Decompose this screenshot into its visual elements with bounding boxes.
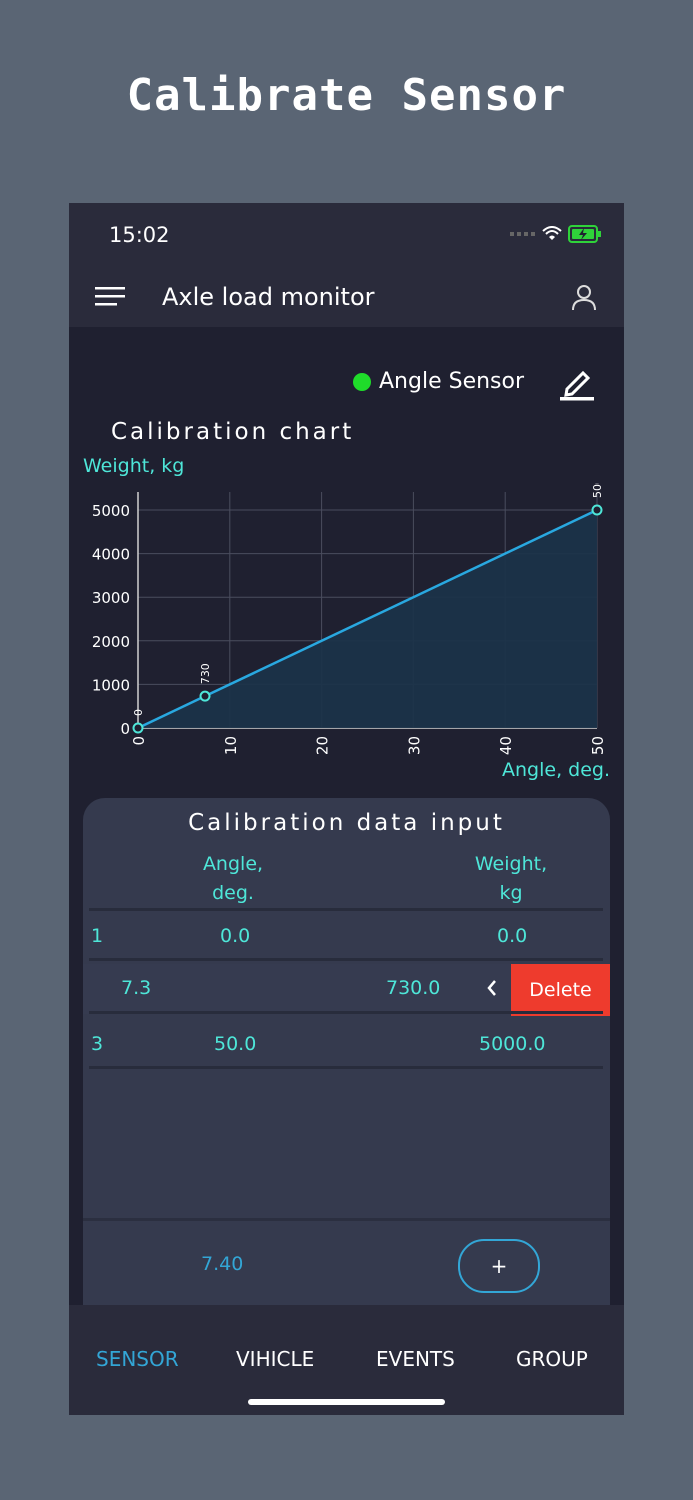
- row-angle: 50.0: [214, 1033, 257, 1055]
- tab-group[interactable]: GROUP: [516, 1347, 588, 1371]
- data-label: 0: [132, 709, 145, 716]
- data-point: [132, 722, 144, 734]
- app-bar: Axle load monitor: [69, 265, 624, 327]
- table-row-swiped[interactable]: 7.3 730.0 Delete: [83, 964, 610, 1016]
- row-angle: 7.3: [121, 977, 152, 999]
- row-index: 3: [91, 1033, 104, 1055]
- y-tick-label: 5000: [92, 502, 130, 520]
- y-tick-label: 1000: [92, 676, 130, 694]
- divider: [89, 908, 603, 911]
- row-weight: 730.0: [386, 977, 441, 999]
- sensor-label: Angle Sensor: [379, 369, 525, 394]
- tab-sensor[interactable]: SENSOR: [96, 1347, 179, 1371]
- x-tick-label: 40: [497, 736, 515, 755]
- data-label: 5000: [591, 483, 604, 498]
- row-weight: 5000.0: [479, 1033, 546, 1055]
- x-tick-label: 10: [222, 736, 240, 755]
- divider: [89, 1011, 603, 1014]
- home-indicator: [248, 1399, 445, 1405]
- app-title: Axle load monitor: [162, 283, 375, 311]
- hero-title: Calibrate Sensor: [126, 70, 567, 121]
- angle-column-header: Angle, deg.: [183, 850, 283, 908]
- y-tick-label: 3000: [92, 589, 130, 607]
- table-title: Calibration data input: [188, 810, 505, 836]
- x-tick-label: 30: [405, 736, 423, 755]
- tab-events[interactable]: EVENTS: [376, 1347, 455, 1371]
- row-angle: 0.0: [220, 925, 251, 947]
- chevron-left-icon[interactable]: [483, 976, 501, 1000]
- weight-header-line1: Weight,: [474, 853, 548, 875]
- sensor-status-dot: [353, 372, 371, 391]
- divider: [89, 958, 603, 961]
- y-tick-label: 0: [120, 720, 130, 738]
- sensor-status: Angle Sensor: [353, 369, 524, 394]
- weight-header-line2: kg: [499, 882, 523, 904]
- current-angle-value: 7.40: [201, 1253, 244, 1275]
- y-tick-label: 4000: [92, 546, 130, 564]
- chart-title: Calibration chart: [111, 419, 355, 445]
- menu-icon[interactable]: [95, 285, 125, 307]
- angle-header-line2: deg.: [212, 882, 254, 904]
- weight-column-header: Weight, kg: [461, 850, 561, 908]
- status-time: 15:02: [109, 223, 170, 247]
- footer-divider: [83, 1218, 610, 1221]
- x-tick-label: 20: [314, 736, 332, 755]
- user-icon[interactable]: [570, 283, 598, 311]
- table-row[interactable]: 1 0.0 0.0: [83, 912, 610, 962]
- status-icons: [510, 225, 602, 243]
- data-point: [199, 690, 211, 702]
- chart-x-label: Angle, deg.: [502, 759, 610, 781]
- row-weight: 0.0: [497, 925, 528, 947]
- signal-icon: [510, 232, 535, 236]
- data-point: [591, 504, 603, 516]
- delete-button[interactable]: Delete: [511, 964, 610, 1016]
- data-label: 730: [199, 663, 212, 684]
- calibration-input-card: Calibration data input Angle, deg. Weigh…: [83, 798, 610, 1308]
- tab-vihicle[interactable]: VIHICLE: [236, 1347, 314, 1371]
- row-index: 1: [91, 925, 104, 947]
- calibration-chart: 0 730 5000 0 1000 2000 3000 4000 5000 0 10 20 30 40 50: [92, 483, 607, 755]
- edit-icon[interactable]: [557, 363, 597, 403]
- battery-icon: [568, 225, 601, 243]
- table-row[interactable]: 3 50.0 5000.0: [83, 1020, 610, 1070]
- x-tick-label: 0: [130, 736, 148, 746]
- divider: [89, 1066, 603, 1069]
- chart-y-label: Weight, kg: [83, 455, 185, 477]
- wifi-icon: [542, 226, 562, 240]
- phone-screen: 15:02 Axle load monitor Angle Sensor Cal…: [69, 203, 624, 1415]
- add-row-button[interactable]: +: [458, 1239, 540, 1293]
- y-tick-label: 2000: [92, 633, 130, 651]
- status-bar: 15:02: [69, 203, 624, 265]
- angle-header-line1: Angle,: [202, 853, 264, 875]
- x-tick-label: 50: [589, 736, 607, 755]
